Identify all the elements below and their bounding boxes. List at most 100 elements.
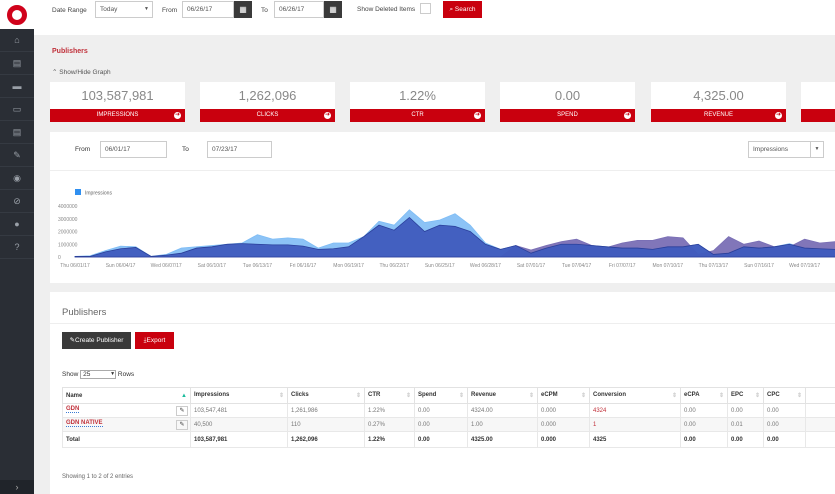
column-header[interactable]: Revenue ⇕ xyxy=(467,387,538,404)
publisher-link[interactable]: GDN xyxy=(66,405,80,413)
ban-icon[interactable]: ⊘ xyxy=(0,190,34,213)
user-icon[interactable]: ● xyxy=(0,213,34,236)
x-tick-label: Thu 07/13/17 xyxy=(699,263,729,269)
card-icon[interactable]: ▭ xyxy=(0,98,34,121)
kpi-label: REVENUE xyxy=(703,112,733,118)
column-header[interactable]: Spend ⇕ xyxy=(414,387,468,404)
create-publisher-button[interactable]: ✎Create Publisher xyxy=(62,332,131,349)
total-cell: 0.00 xyxy=(680,431,728,448)
kpi-card[interactable] xyxy=(801,82,835,122)
table-cell: 0.27% xyxy=(364,417,415,432)
to-label: To xyxy=(261,7,268,14)
arrow-right-icon: ➜ xyxy=(324,112,331,119)
file-icon[interactable]: ▤ xyxy=(0,52,34,75)
column-header[interactable]: Impressions ⇕ xyxy=(190,387,288,404)
x-tick-label: Tue 06/13/17 xyxy=(243,263,273,269)
column-label: Impressions xyxy=(194,392,230,398)
column-header[interactable]: EPC ⇕ xyxy=(727,387,764,404)
kpi-card[interactable]: 1.22% CTR ➜ xyxy=(350,82,485,122)
total-cell xyxy=(805,431,835,448)
column-header[interactable] xyxy=(805,387,835,404)
chart-from-input[interactable]: 06/01/17 xyxy=(100,141,167,158)
legend-swatch xyxy=(75,189,81,195)
toggle-graph-label: Show/Hide Graph xyxy=(59,69,111,76)
page-size-select[interactable]: 25 ▼ xyxy=(80,370,117,379)
rows-label: Rows xyxy=(117,371,135,378)
chart-to-input[interactable]: 07/23/17 xyxy=(207,141,272,158)
column-header[interactable]: Conversion ⇕ xyxy=(589,387,681,404)
total-cell: 0.00 xyxy=(727,431,764,448)
sort-icon: ⇕ xyxy=(718,393,724,399)
column-header[interactable]: CTR ⇕ xyxy=(364,387,415,404)
page-size-value: 25 xyxy=(83,371,91,378)
x-tick-label: Wed 07/19/17 xyxy=(789,263,820,269)
kpi-card[interactable]: 103,587,981 IMPRESSIONS ➜ xyxy=(50,82,185,122)
caret-down-icon: ▼ xyxy=(110,371,116,377)
table-cell: 4324 xyxy=(589,403,681,418)
kpi-card[interactable]: 4,325.00 REVENUE ➜ xyxy=(651,82,786,122)
column-label: CTR xyxy=(368,392,381,398)
table-cell: 0.00 xyxy=(763,417,806,432)
table-cell: 40,500 xyxy=(190,417,288,432)
kpi-card[interactable]: 0.00 SPEND ➜ xyxy=(500,82,635,122)
export-button[interactable]: ⤓Export xyxy=(135,332,174,349)
edit-icon[interactable]: ✎ xyxy=(176,419,188,430)
x-tick-label: Mon 07/10/17 xyxy=(653,263,684,269)
question-icon[interactable]: ? xyxy=(0,236,34,259)
sort-icon: ⇕ xyxy=(580,393,586,399)
folder-icon[interactable]: ▬ xyxy=(0,75,34,98)
sidebar: ⌂ ▤ ▬ ▭ ▤ ✎ ◉ ⊘ ●? › xyxy=(0,0,34,494)
to-date-input[interactable]: 06/26/17 xyxy=(274,1,324,18)
table-cell: 103,547,481 xyxy=(190,403,288,418)
kpi-value: 0.00 xyxy=(554,88,581,103)
table-cell: 0.00 xyxy=(680,417,728,432)
table-row: GDN NATIVE ✎ 40,500 110 0.27% 0.00 1.00 0.000 1 0… xyxy=(62,417,835,432)
column-header[interactable]: Name ▲ xyxy=(62,387,191,404)
expand-sidebar-button[interactable]: › xyxy=(0,480,34,494)
total-cell: 103,587,981 xyxy=(190,431,288,448)
table-cell: GDN ✎ xyxy=(62,403,191,418)
column-header[interactable]: Clicks ⇕ xyxy=(287,387,365,404)
edit-icon[interactable]: ✎ xyxy=(176,405,188,416)
pencil-icon[interactable]: ✎ xyxy=(0,144,34,167)
home-icon[interactable]: ⌂ xyxy=(0,29,34,52)
table-cell xyxy=(805,417,835,432)
kpi-card[interactable]: 1,262,096 CLICKS ➜ xyxy=(200,82,335,122)
list-icon[interactable]: ▤ xyxy=(0,121,34,144)
table-cell: 1 xyxy=(589,417,681,432)
y-tick-label: 0 xyxy=(58,255,61,261)
x-tick-label: Tue 07/04/17 xyxy=(562,263,592,269)
metric-select[interactable]: Impressions ▼ xyxy=(748,141,824,158)
table-cell: 110 xyxy=(287,417,365,432)
column-label: EPC xyxy=(731,392,744,398)
legend-label: Impressions xyxy=(85,191,112,197)
circle-icon[interactable]: ◉ xyxy=(0,167,34,190)
x-tick-label: Sun 06/04/17 xyxy=(106,263,136,269)
table-cell: 1.22% xyxy=(364,403,415,418)
total-cell: 1.22% xyxy=(364,431,415,448)
calendar-icon[interactable]: ▦ xyxy=(234,1,252,18)
column-label: Clicks xyxy=(291,392,309,398)
search-label: Search xyxy=(454,6,476,13)
calendar-icon[interactable]: ▦ xyxy=(324,1,342,18)
x-tick-label: Fri 06/16/17 xyxy=(290,263,317,269)
x-tick-label: Sun 06/25/17 xyxy=(425,263,455,269)
column-label: Name xyxy=(66,392,83,399)
publisher-link[interactable]: GDN NATIVE xyxy=(66,419,103,427)
table-cell: 4324.00 xyxy=(467,403,538,418)
total-cell: 0.000 xyxy=(537,431,590,448)
show-deleted-checkbox[interactable] xyxy=(420,3,431,14)
x-tick-label: Wed 06/28/17 xyxy=(470,263,501,269)
from-date-input[interactable]: 06/26/17 xyxy=(182,1,234,18)
date-range-select[interactable]: Today ▼ xyxy=(95,1,153,18)
column-header[interactable]: eCPA ⇕ xyxy=(680,387,728,404)
column-label: CPC xyxy=(767,392,780,398)
search-button[interactable]: ⌕ Search xyxy=(443,1,482,18)
column-header[interactable]: eCPM ⇕ xyxy=(537,387,590,404)
toggle-graph-link[interactable]: ⌃ Show/Hide Graph xyxy=(52,68,111,76)
column-header[interactable]: CPC ⇕ xyxy=(763,387,806,404)
logo[interactable] xyxy=(0,0,34,29)
show-deleted-label: Show Deleted Items xyxy=(357,6,416,13)
x-tick-label: Thu 06/01/17 xyxy=(60,263,90,269)
total-row: Total 103,587,981 1,262,096 1.22% 0.00 4325.0… xyxy=(62,431,835,448)
